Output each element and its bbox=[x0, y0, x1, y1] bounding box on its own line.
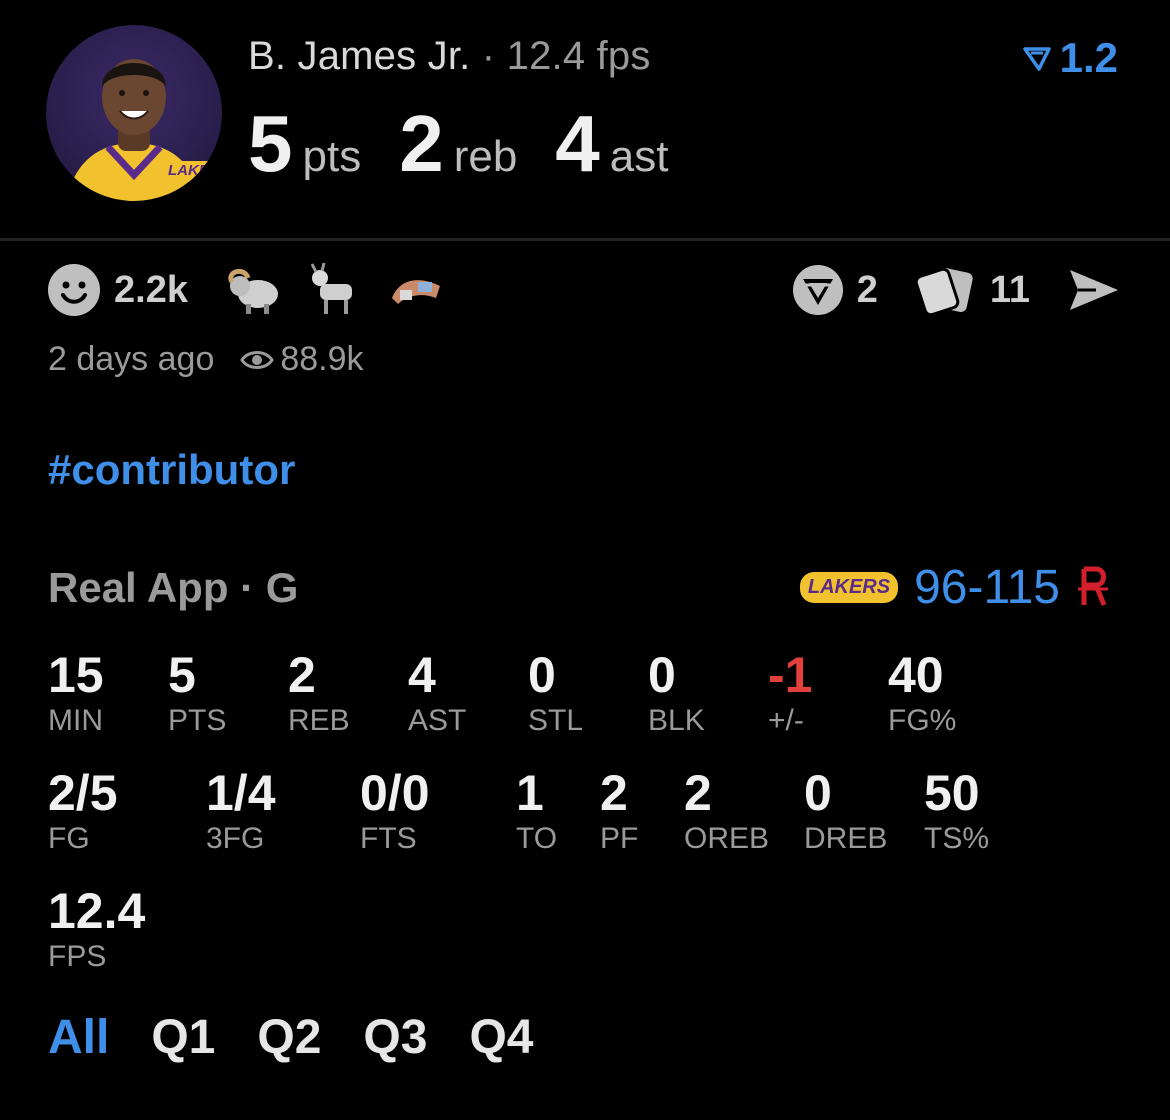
stat-dreb: 0 DREB bbox=[804, 765, 888, 855]
stat-ast: 4 AST bbox=[408, 647, 467, 737]
player-name-line[interactable]: B. James Jr. · 12.4 fps bbox=[248, 34, 651, 79]
period-tabs: All Q1 Q2 Q3 Q4 bbox=[48, 1010, 575, 1065]
views-value: 88.9k bbox=[280, 340, 364, 378]
stat-pf: 2 PF bbox=[600, 765, 639, 855]
pts-unit: pts bbox=[302, 132, 362, 181]
lakers-logo: LAKERS bbox=[164, 161, 222, 180]
reb-unit: reb bbox=[453, 132, 518, 181]
headline-statline: 5 pts 2 reb 4 ast bbox=[248, 98, 707, 190]
stat-oreb: 2 OREB bbox=[684, 765, 770, 855]
divider bbox=[0, 238, 1170, 241]
lakers-logo-small: LAKERS bbox=[799, 572, 899, 603]
stat-min: 15 MIN bbox=[48, 647, 104, 737]
ram-icon[interactable] bbox=[224, 264, 282, 316]
stat-ts-pct: 50 TS% bbox=[924, 765, 990, 855]
stat-to: 1 TO bbox=[516, 765, 558, 855]
stat-3fg: 1/4 3FG bbox=[206, 765, 276, 855]
player-avatar[interactable]: LAKERS bbox=[46, 25, 222, 201]
fps-label: · 12.4 fps bbox=[481, 34, 651, 78]
goat-icon[interactable] bbox=[306, 262, 362, 318]
tab-all[interactable]: All bbox=[48, 1010, 109, 1065]
tab-q1[interactable]: Q1 bbox=[151, 1010, 215, 1065]
hashtag[interactable]: #contributor bbox=[48, 446, 295, 494]
reb-value: 2 bbox=[399, 99, 444, 188]
stat-pts: 5 PTS bbox=[168, 647, 227, 737]
share-icon[interactable] bbox=[1066, 266, 1122, 314]
score-value: 96-115 bbox=[914, 561, 1060, 614]
vote-count: 2 bbox=[856, 268, 878, 311]
vote-icon bbox=[1022, 47, 1051, 71]
stat-fps: 12.4 FPS bbox=[48, 883, 146, 973]
stat-stl: 0 STL bbox=[528, 647, 584, 737]
tab-q3[interactable]: Q3 bbox=[363, 1010, 427, 1065]
cards-count: 11 bbox=[989, 268, 1030, 311]
pts-value: 5 bbox=[248, 99, 293, 188]
ast-value: 4 bbox=[555, 99, 600, 188]
game-score[interactable]: LAKERS 96-115 bbox=[799, 560, 1110, 615]
action-bar: 2 11 bbox=[791, 262, 1122, 318]
tab-q2[interactable]: Q2 bbox=[257, 1010, 321, 1065]
post-meta: 2 days ago 88.9k bbox=[48, 340, 364, 379]
time-ago: 2 days ago bbox=[48, 340, 215, 378]
rockets-logo bbox=[1078, 566, 1108, 606]
vote-button-icon[interactable] bbox=[791, 263, 845, 317]
view-count: 88.9k bbox=[240, 340, 364, 379]
vote-score[interactable]: 1.2 bbox=[1022, 34, 1118, 82]
eye-icon bbox=[240, 350, 275, 369]
stat-reb: 2 REB bbox=[288, 647, 350, 737]
player-name: B. James Jr. bbox=[248, 34, 471, 78]
tab-q4[interactable]: Q4 bbox=[469, 1010, 533, 1065]
ast-unit: ast bbox=[609, 132, 669, 181]
smiley-icon[interactable] bbox=[46, 262, 102, 318]
stat-fg-pct: 40 FG% bbox=[888, 647, 957, 737]
vote-value: 1.2 bbox=[1059, 34, 1118, 81]
reaction-bar: 2.2k bbox=[46, 262, 444, 318]
player-sticker-icon[interactable] bbox=[388, 268, 444, 312]
stat-fts: 0/0 FTS bbox=[360, 765, 430, 855]
stat-blk: 0 BLK bbox=[648, 647, 705, 737]
stat-plus-minus: -1 +/- bbox=[768, 647, 813, 737]
cards-icon[interactable] bbox=[914, 264, 978, 316]
reaction-count: 2.2k bbox=[114, 268, 188, 311]
stat-source: Real App · G bbox=[48, 564, 299, 611]
stat-fg: 2/5 FG bbox=[48, 765, 118, 855]
